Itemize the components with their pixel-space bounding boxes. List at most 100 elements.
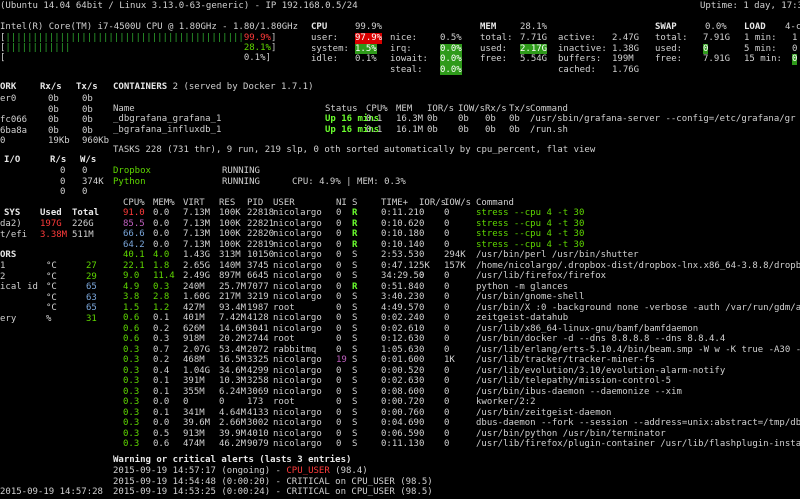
network-iface: fc066 — [0, 115, 28, 125]
diskio-col-w: W/s — [80, 155, 97, 165]
diskio-title: I/O — [4, 155, 21, 165]
process-s: S — [352, 302, 358, 313]
containers-title: CONTAINERS — [113, 82, 168, 92]
process-res: 2.66M — [219, 418, 247, 428]
container-cpu: 0.1 — [366, 124, 383, 135]
sensor-unit: °C — [46, 271, 57, 282]
swap-stat-value: 7.91G — [703, 54, 731, 64]
process-mem: 0.5 — [153, 428, 170, 439]
process-user: nicolargo — [273, 428, 322, 439]
process-ior: 0 — [419, 428, 425, 439]
process-user: nicolargo — [273, 313, 322, 323]
process-pid: 22820 — [247, 229, 275, 239]
process-res: 100K — [219, 208, 241, 218]
process-virt: 1.04G — [183, 365, 211, 376]
container-iow: 0b — [458, 124, 469, 135]
process-res: 20.2M — [219, 334, 247, 344]
process-virt: 355M — [183, 386, 205, 397]
process-ior: 0 — [419, 344, 425, 355]
process-user: nicolargo — [273, 260, 322, 271]
alert-tag: CPU_USER — [286, 466, 330, 476]
process-ior: 0 — [419, 208, 425, 218]
process-col-header: VIRT — [183, 198, 205, 208]
process-mem: 0.0 — [153, 239, 170, 250]
process-iow: 0 — [444, 271, 450, 281]
mem-stat-label2: buffers: — [558, 54, 602, 64]
alert-entry: 2015-09-19 14:57:17 (ongoing) - CPU_USER… — [113, 466, 368, 477]
process-ior: 0 — [419, 407, 425, 418]
process-iow: 0 — [444, 229, 450, 239]
cpu-stat-value2: 0.0% — [440, 54, 462, 65]
process-cmd: /usr/lib/firefox/firefox — [476, 271, 607, 281]
process-time: 0:02.61 — [381, 323, 419, 334]
process-s: S — [352, 365, 358, 376]
mem-stat-label2: active: — [558, 33, 596, 43]
swap-title: SWAP — [655, 22, 677, 32]
swap-total: 0.0% — [705, 22, 727, 32]
fs-mount: da2) — [0, 219, 22, 229]
cpu-bar-3: [ 0.1%] — [0, 53, 271, 63]
process-pid: 3002 — [247, 418, 269, 428]
system-info: (Ubuntu 14.04 64bit / Linux 3.13.0-63-ge… — [0, 1, 358, 12]
process-virt: 2.49G — [183, 271, 211, 281]
process-cmd: /usr/lib/erlang/erts-5.10.4/bin/beam.smp… — [476, 344, 800, 355]
cpu-stat-value: 1.5% — [355, 43, 377, 54]
process-cmd: stress --cpu 4 -t 30 — [476, 208, 585, 218]
process-iow: 0 — [444, 292, 450, 302]
process-cpu: 0.3 — [123, 355, 140, 365]
process-ni: 0 — [336, 271, 342, 281]
container-col-header: CPU% — [366, 104, 388, 114]
network-col-tx: Tx/s — [76, 82, 98, 92]
cpu-bar-2-pct: 28.1% — [243, 43, 271, 53]
process-col-header: CPU% — [123, 198, 145, 208]
container-rx: 0b — [485, 114, 496, 124]
sensor-name: ical id — [0, 282, 38, 292]
cpu-stat-label2: iowait: — [390, 54, 428, 64]
process-time: 0:47.12 — [381, 260, 419, 271]
process-time: 0:02.63 — [381, 376, 419, 386]
process-user: nicolargo — [273, 218, 322, 229]
alert-entry: 2015-09-19 14:53:25 (0:00:24) - CRITICAL… — [113, 487, 433, 498]
process-cpu: 0.6 — [123, 313, 140, 323]
process-s: S — [352, 355, 358, 365]
mem-total: 28.1% — [520, 22, 548, 32]
container-name: _bgrafana_influxdb_1 — [113, 124, 222, 135]
process-s: S — [352, 439, 358, 449]
sensor-value: 65 — [86, 282, 97, 292]
process-ior: 0 — [419, 218, 425, 229]
process-cpu: 0.3 — [123, 418, 140, 428]
process-pid: 3745 — [247, 260, 269, 271]
network-rx: 0b — [48, 104, 59, 115]
process-s: S — [352, 313, 358, 323]
container-tx: 0b — [509, 124, 520, 135]
swap-stat-label: used: — [655, 43, 683, 54]
fs-col-total: Total — [72, 208, 100, 218]
process-virt: 7.13M — [183, 229, 211, 239]
load-cores: 4-c — [785, 22, 800, 32]
process-mem: 0.1 — [153, 386, 170, 397]
swap-stat-value: 7.91G — [703, 33, 731, 43]
alert-time: 2015-09-19 14:54:48 (0:00:20) - CRITICAL… — [113, 476, 352, 487]
container-col-header: Status — [325, 104, 358, 114]
process-ni: 0 — [336, 292, 342, 302]
uptime: Uptime: 1 day, 17:3 — [700, 1, 800, 11]
process-cmd: /usr/bin/gnome-shell — [476, 292, 585, 302]
process-virt: 0 — [183, 397, 189, 407]
network-col-rx: Rx/s — [40, 82, 62, 92]
sensors-title: ORS — [0, 250, 17, 260]
process-user: nicolargo — [273, 281, 322, 292]
fs-total: 511M — [72, 229, 94, 240]
process-cmd: /usr/lib/telepathy/mission-control-5 — [476, 376, 672, 386]
system-info-text: (Ubuntu 14.04 64bit / Linux 3.13.0-63-ge… — [0, 1, 358, 11]
process-ni: 0 — [336, 344, 342, 355]
mem-stat-label2: cached: — [558, 64, 596, 75]
process-virt: 1.43G — [183, 250, 211, 260]
mem-stat-value: 5.54G — [520, 54, 548, 64]
sensor-unit: °C — [46, 261, 57, 271]
cpu-stat-value2: 0.0% — [440, 43, 462, 54]
network-rx: 0b — [48, 94, 59, 104]
process-virt: 1.60G — [183, 292, 211, 302]
process-iow: 0 — [444, 302, 450, 313]
process-ni: 0 — [336, 386, 342, 397]
container-mem: 16.3M — [396, 114, 424, 124]
